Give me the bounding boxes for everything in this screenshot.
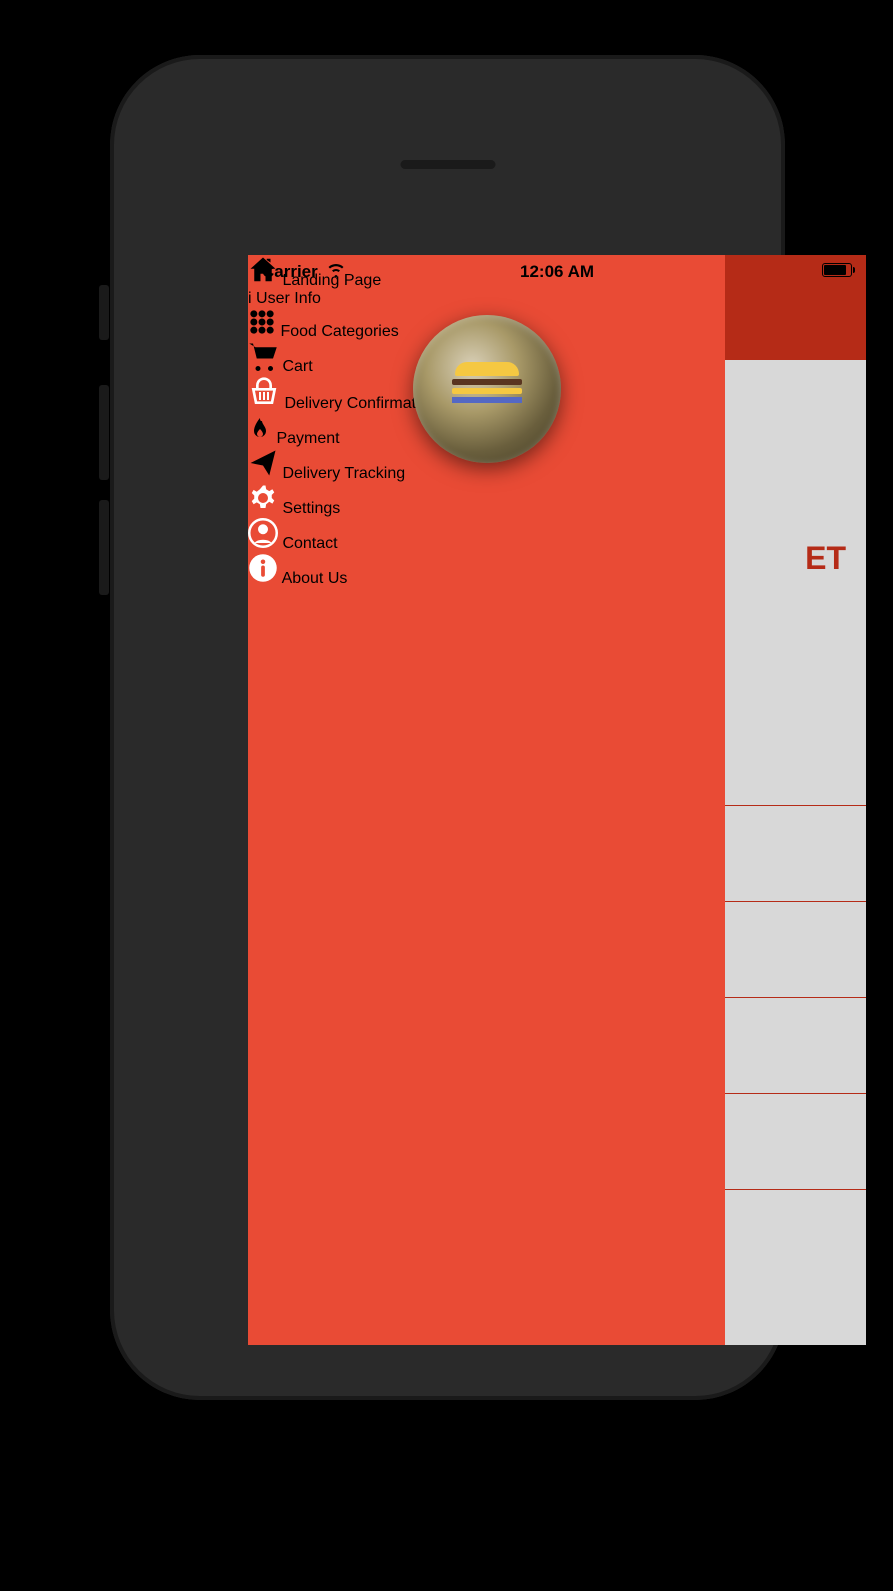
sidebar-item-label: Contact [282, 535, 337, 552]
app-logo [413, 315, 561, 463]
paper-plane-icon [248, 465, 282, 482]
sidebar-drawer: Landing Page i User Info [248, 255, 725, 1345]
background-heading-partial: ET [805, 540, 846, 577]
phone-speaker [400, 160, 495, 169]
sidebar-item-label: User Info [256, 290, 321, 307]
sidebar-item-label: Settings [282, 500, 340, 517]
phone-frame: ET [110, 55, 785, 1400]
screen: ET [248, 255, 866, 1345]
sidebar-item-user-info[interactable]: i User Info [248, 290, 725, 308]
sidebar-item-contact[interactable]: Contact [248, 518, 725, 553]
grid-icon [248, 323, 280, 340]
info-letter-icon: i [248, 290, 256, 307]
sidebar-item-label: About Us [282, 570, 348, 587]
sidebar-item-label: Cart [282, 358, 312, 375]
carrier-label: Carrier [262, 262, 318, 282]
battery-icon [822, 263, 852, 277]
status-time: 12:06 AM [520, 262, 594, 282]
wifi-icon [326, 262, 346, 282]
gear-icon [248, 500, 282, 517]
sidebar-item-label: Food Categories [280, 323, 398, 340]
device-label: iPhone 7 - 11.2 [0, 0, 893, 18]
basket-icon [248, 395, 284, 412]
burger-icon [452, 362, 522, 416]
sidebar-item-settings[interactable]: Settings [248, 483, 725, 518]
user-circle-icon [248, 535, 282, 552]
phone-silent-switch [99, 285, 109, 340]
sidebar-item-label: Delivery Tracking [282, 465, 405, 482]
phone-volume-up [99, 385, 109, 480]
sidebar-item-label: Payment [276, 430, 339, 447]
sidebar-item-about-us[interactable]: About Us [248, 553, 725, 588]
flame-icon [248, 430, 276, 447]
cart-icon [248, 358, 282, 375]
phone-volume-down [99, 500, 109, 595]
info-circle-icon [248, 570, 282, 587]
status-bar: Carrier 12:06 AM [248, 255, 866, 289]
